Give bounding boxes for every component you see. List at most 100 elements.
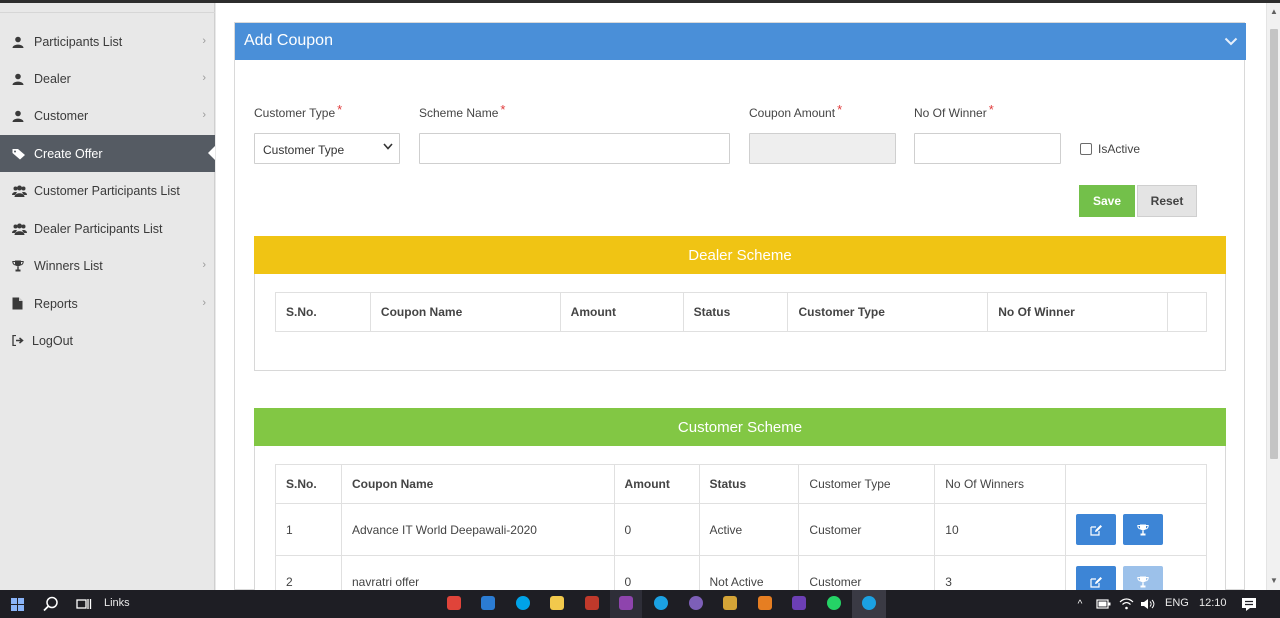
sidebar-item-dealer[interactable]: Dealer ›	[0, 60, 215, 97]
sidebar-item-label: Dealer	[34, 71, 71, 86]
column-header: S.No.	[275, 464, 342, 504]
app-icon-visual-studio-2[interactable]	[792, 596, 806, 610]
column-header: Coupon Name	[369, 292, 561, 332]
trophy-icon	[1137, 524, 1150, 535]
users-icon	[12, 185, 34, 197]
battery-icon[interactable]	[1095, 595, 1111, 613]
sidebar-item-participants-list[interactable]: Participants List ›	[0, 23, 215, 60]
sidebar-item-logout[interactable]: LogOut	[0, 322, 215, 359]
app-icon-filezilla[interactable]	[585, 596, 599, 610]
sidebar-item-create-offer[interactable]: Create Offer	[0, 135, 215, 172]
save-button[interactable]: Save	[1079, 185, 1135, 217]
coupon-amount-input[interactable]	[749, 133, 896, 164]
app-icon-app[interactable]	[689, 596, 703, 610]
clock[interactable]: 12:10	[1199, 597, 1227, 609]
sidebar-item-label: Customer Participants List	[34, 183, 180, 198]
chevron-right-icon: ›	[202, 297, 206, 309]
sidebar-item-label: Create Offer	[34, 146, 103, 161]
sidebar-item-dealer-participants-list[interactable]: Dealer Participants List	[0, 210, 215, 247]
notification-icon[interactable]	[1240, 595, 1258, 613]
app-icon-file-explorer[interactable]	[550, 596, 564, 610]
app-icon-edge[interactable]	[654, 596, 668, 610]
no-of-winner-label: No Of Winner *	[914, 102, 994, 120]
sidebar-item-label: Participants List	[34, 34, 123, 49]
required-mark: *	[500, 102, 506, 117]
chevron-down-icon	[383, 142, 393, 153]
cell-amount: 0	[613, 503, 700, 556]
chevron-up-icon[interactable]: ^	[1074, 595, 1086, 613]
scroll-up-icon[interactable]: ▲	[1270, 7, 1278, 16]
column-header: No Of Winners	[934, 464, 1067, 504]
app-icon-mail[interactable]	[481, 596, 495, 610]
required-mark: *	[837, 102, 843, 117]
customer-type-select[interactable]: Customer Type	[254, 133, 400, 164]
start-icon[interactable]	[9, 595, 25, 613]
language-indicator[interactable]: ENG	[1165, 597, 1189, 609]
column-header: Status	[682, 292, 789, 332]
user-icon	[12, 73, 34, 85]
table-header-row: S.No. Coupon Name Amount Status Customer…	[275, 464, 1207, 504]
sidebar-item-label: LogOut	[32, 333, 74, 348]
app-icon-media[interactable]	[447, 596, 461, 610]
trophy-icon	[12, 260, 34, 272]
column-header: Amount	[559, 292, 684, 332]
chevron-right-icon: ›	[202, 109, 206, 121]
isactive-checkbox[interactable]	[1080, 143, 1092, 155]
scrollbar-thumb[interactable]	[1270, 29, 1278, 459]
column-header: Customer Type	[787, 292, 989, 332]
chevron-right-icon: ›	[202, 259, 206, 271]
windows-taskbar: Links ^ ENG 12:10	[0, 590, 1280, 618]
sidebar-item-winners-list[interactable]: Winners List ›	[0, 247, 215, 284]
cell-winners: 10	[934, 503, 1067, 556]
trophy-icon	[1137, 576, 1150, 587]
panel-title: Add Coupon	[244, 32, 333, 49]
chevron-right-icon: ›	[202, 35, 206, 47]
cell-coupon-name: Advance IT World Deepawali-2020	[340, 503, 615, 556]
app-icon-tools[interactable]	[723, 596, 737, 610]
scroll-down-icon[interactable]: ▼	[1270, 576, 1278, 585]
app-icon-edge-active[interactable]	[862, 596, 876, 610]
sidebar-item-reports[interactable]: Reports ›	[0, 285, 215, 322]
winners-button[interactable]	[1123, 514, 1164, 545]
wifi-icon[interactable]	[1118, 595, 1134, 613]
customer-scheme-header: Customer Scheme	[254, 408, 1226, 446]
edit-button[interactable]	[1076, 514, 1117, 545]
user-icon	[12, 110, 34, 122]
task-view-icon[interactable]	[75, 595, 93, 613]
coupon-amount-label: Coupon Amount *	[749, 102, 843, 120]
sidebar-item-customer[interactable]: Customer ›	[0, 97, 215, 134]
customer-type-value: Customer Type	[263, 143, 345, 157]
column-header: Customer Type	[798, 464, 936, 504]
isactive-label: IsActive	[1098, 142, 1141, 156]
customer-scheme-table: S.No. Coupon Name Amount Status Customer…	[275, 464, 1207, 608]
sidebar: Participants List › Dealer › Customer › …	[0, 3, 215, 590]
search-icon[interactable]	[42, 595, 60, 613]
customer-type-label: Customer Type *	[254, 102, 343, 120]
reset-button[interactable]: Reset	[1137, 185, 1197, 217]
required-mark: *	[988, 102, 994, 117]
panel-header: Add Coupon	[235, 23, 1246, 60]
column-header: Status	[698, 464, 800, 504]
links-toolbar-label[interactable]: Links	[104, 597, 130, 609]
user-icon	[12, 36, 34, 48]
chevron-down-icon[interactable]	[1224, 33, 1238, 49]
app-icon-skype[interactable]	[516, 596, 530, 610]
page-scrollbar[interactable]: ▲ ▼	[1266, 3, 1280, 590]
column-header: Amount	[613, 464, 700, 504]
sidebar-item-label: Dealer Participants List	[34, 221, 163, 236]
app-icon-whatsapp[interactable]	[827, 596, 841, 610]
cell-sno: 1	[275, 503, 342, 556]
app-icon-visual-studio[interactable]	[619, 596, 633, 610]
edit-icon	[1090, 524, 1102, 536]
volume-icon[interactable]	[1139, 595, 1155, 613]
sidebar-item-customer-participants-list[interactable]: Customer Participants List	[0, 172, 215, 209]
cell-actions	[1065, 503, 1207, 556]
column-header: Coupon Name	[340, 464, 615, 504]
no-of-winner-input[interactable]	[914, 133, 1061, 164]
scheme-name-label: Scheme Name *	[419, 102, 506, 120]
table-header-row: S.No. Coupon Name Amount Status Customer…	[275, 292, 1207, 332]
app-icon-sublime[interactable]	[758, 596, 772, 610]
column-header: No Of Winner	[987, 292, 1168, 332]
sidebar-divider	[0, 12, 215, 13]
scheme-name-input[interactable]	[419, 133, 730, 164]
